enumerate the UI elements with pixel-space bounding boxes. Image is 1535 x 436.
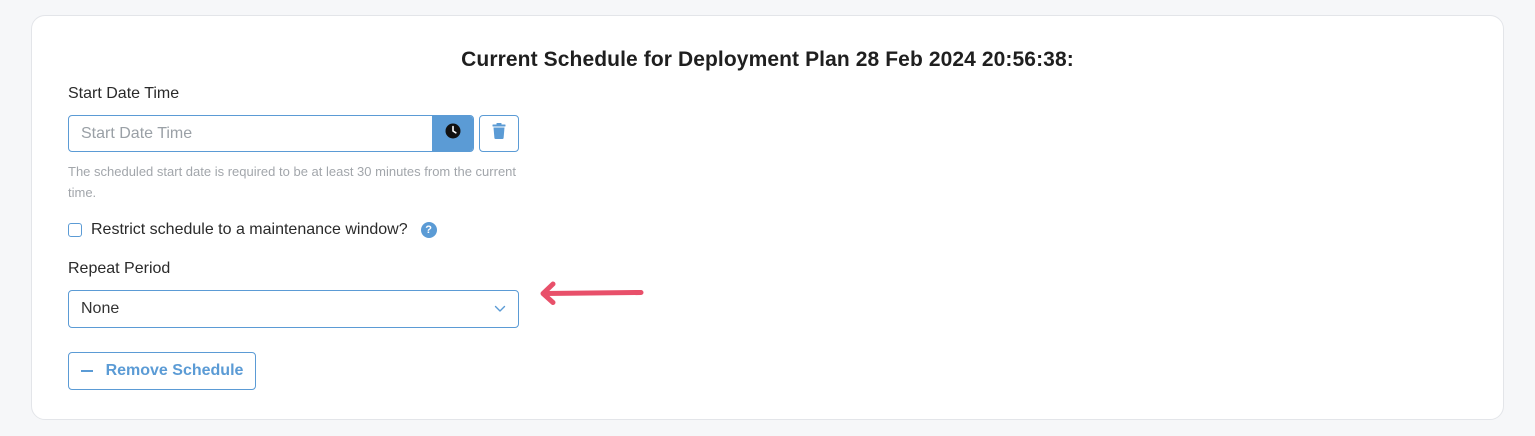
chevron-down-icon xyxy=(494,300,506,318)
maintenance-window-checkbox[interactable] xyxy=(68,223,82,237)
start-date-input-group xyxy=(68,115,474,152)
clock-icon xyxy=(445,123,461,144)
page-title: Current Schedule for Deployment Plan 28 … xyxy=(461,48,1074,71)
question-circle-icon[interactable]: ? xyxy=(420,222,437,238)
clock-button[interactable] xyxy=(432,116,473,151)
start-date-label: Start Date Time xyxy=(68,85,180,102)
maintenance-window-row: Restrict schedule to a maintenance windo… xyxy=(68,220,437,240)
trash-icon xyxy=(492,123,506,144)
arrow-left-icon xyxy=(539,281,645,310)
start-date-help-text: The scheduled start date is required to … xyxy=(68,164,517,200)
clear-date-button[interactable] xyxy=(479,115,519,152)
maintenance-window-label[interactable]: Restrict schedule to a maintenance windo… xyxy=(91,221,408,239)
remove-schedule-button[interactable]: Remove Schedule xyxy=(68,352,256,390)
minus-icon xyxy=(80,370,93,372)
start-date-input[interactable] xyxy=(69,116,432,151)
repeat-period-value: None xyxy=(81,300,120,317)
remove-schedule-label: Remove Schedule xyxy=(105,362,244,379)
repeat-period-select[interactable]: None xyxy=(68,290,519,328)
schedule-card: Current Schedule for Deployment Plan 28 … xyxy=(31,15,1504,420)
repeat-period-label: Repeat Period xyxy=(68,260,171,277)
